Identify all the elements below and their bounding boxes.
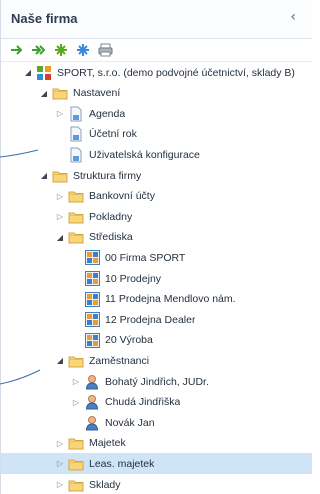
folder-icon: [52, 85, 68, 101]
tree-node-label: Zaměstnanci: [89, 354, 150, 367]
folder-icon: [68, 188, 84, 204]
document-icon: [68, 126, 84, 142]
tree-node[interactable]: ◢ SPORT, s.r.o. (demo podvojné účetnictví…: [1, 62, 312, 83]
folder-icon: [68, 209, 84, 225]
tree-node[interactable]: Novák Jan: [1, 412, 312, 433]
tree-node[interactable]: ▷ Sklady: [1, 474, 312, 494]
tree-node[interactable]: ◢ Zaměstnanci: [1, 350, 312, 371]
tree-node-label: SPORT, s.r.o. (demo podvojné účetnictví,…: [57, 66, 295, 79]
expand-node-icon[interactable]: ▷: [55, 459, 65, 468]
tree-node-label: Uživatelská konfigurace: [89, 148, 200, 161]
tree-node-label: 10 Prodejny: [105, 272, 162, 285]
folder-icon: [68, 353, 84, 369]
folder-icon: [68, 435, 84, 451]
tree-node-label: 00 Firma SPORT: [105, 251, 186, 264]
expand-node-icon[interactable]: ▷: [71, 398, 81, 407]
expand-node-icon[interactable]: ▷: [71, 377, 81, 386]
tree-node-label: Chudá Jindřiška: [105, 396, 181, 409]
folder-icon: [68, 229, 84, 245]
collapse-node-icon[interactable]: ◢: [55, 233, 65, 242]
tree-node[interactable]: 12 Prodejna Dealer: [1, 309, 312, 330]
collapse-panel-button[interactable]: ‹: [290, 9, 296, 25]
tree-node-label: Struktura firmy: [73, 169, 142, 182]
cost-center-icon: [84, 250, 100, 266]
tree-node[interactable]: ◢ Střediska: [1, 227, 312, 248]
expand-node-icon[interactable]: ▷: [55, 439, 65, 448]
tree-node[interactable]: 20 Výroba: [1, 330, 312, 351]
arrow-right-icon[interactable]: [9, 42, 25, 58]
tree-node-label: Pokladny: [89, 210, 133, 223]
tree-node[interactable]: ▷ Leas. majetek: [1, 453, 312, 475]
person-icon: [84, 394, 100, 410]
person-icon: [84, 415, 100, 431]
tree-node-label: Bohatý Jindřich, JUDr.: [105, 375, 209, 388]
tree-node-label: Agenda: [89, 107, 126, 120]
tree-node[interactable]: ▷ Bankovní účty: [1, 186, 312, 207]
tree-node-label: Sklady: [89, 478, 121, 491]
expand-node-icon[interactable]: ▷: [55, 212, 65, 221]
tree-node-label: Novák Jan: [105, 416, 155, 429]
double-arrow-right-icon[interactable]: [31, 42, 47, 58]
collapse-node-icon[interactable]: ◢: [39, 89, 49, 98]
tree-node[interactable]: ▷ Agenda: [1, 103, 312, 124]
collapse-node-icon[interactable]: ◢: [23, 68, 33, 77]
cost-center-icon: [84, 291, 100, 307]
panel-header: Naše firma ‹: [1, 0, 312, 39]
cost-center-icon: [84, 271, 100, 287]
tree-node-label: Účetní rok: [89, 128, 137, 141]
tree-node[interactable]: ▷ Majetek: [1, 433, 312, 454]
panel-title: Naše firma: [11, 11, 78, 26]
tree-node[interactable]: Uživatelská konfigurace: [1, 144, 312, 165]
tree-node-label: Majetek: [89, 437, 126, 450]
tree-node[interactable]: Účetní rok: [1, 124, 312, 145]
tree-node-label: Nastavení: [73, 87, 121, 100]
expand-node-icon[interactable]: ▷: [55, 480, 65, 489]
print-icon[interactable]: [97, 42, 113, 58]
person-icon: [84, 374, 100, 390]
tree-node-label: Střediska: [89, 231, 133, 244]
tree-node-label: 12 Prodejna Dealer: [105, 313, 196, 326]
tree-node[interactable]: ◢ Struktura firmy: [1, 165, 312, 186]
tree-node-label: 11 Prodejna Mendlovo nám.: [105, 293, 236, 306]
tree-node[interactable]: ▷ Chudá Jindřiška: [1, 392, 312, 413]
folder-icon: [52, 168, 68, 184]
folder-icon: [68, 456, 84, 472]
expand-all-icon[interactable]: [53, 42, 69, 58]
tree-node[interactable]: ▷ Bohatý Jindřich, JUDr.: [1, 371, 312, 392]
tree-node[interactable]: ▷ Pokladny: [1, 206, 312, 227]
tree-node[interactable]: 11 Prodejna Mendlovo nám.: [1, 289, 312, 310]
tree-node-label: Bankovní účty: [89, 190, 155, 203]
collapse-node-icon[interactable]: ◢: [55, 356, 65, 365]
expand-node-icon[interactable]: ▷: [55, 192, 65, 201]
tree-node[interactable]: ◢ Nastavení: [1, 83, 312, 104]
collapse-node-icon[interactable]: ◢: [39, 171, 49, 180]
cost-center-icon: [84, 332, 100, 348]
document-icon: [68, 106, 84, 122]
tree-node-label: Leas. majetek: [89, 457, 155, 470]
document-icon: [68, 147, 84, 163]
tree-node-label: 20 Výroba: [105, 334, 153, 347]
expand-node-icon[interactable]: ▷: [55, 109, 65, 118]
navigation-panel: Naše firma ‹ ◢ SPORT, s.r.o. (demo podvoj…: [0, 0, 312, 494]
folder-icon: [68, 477, 84, 493]
tree-toolbar: [1, 39, 312, 62]
tree-node[interactable]: 10 Prodejny: [1, 268, 312, 289]
tree-node[interactable]: 00 Firma SPORT: [1, 247, 312, 268]
cost-center-icon: [84, 312, 100, 328]
company-icon: [36, 65, 52, 81]
collapse-all-icon[interactable]: [75, 42, 91, 58]
